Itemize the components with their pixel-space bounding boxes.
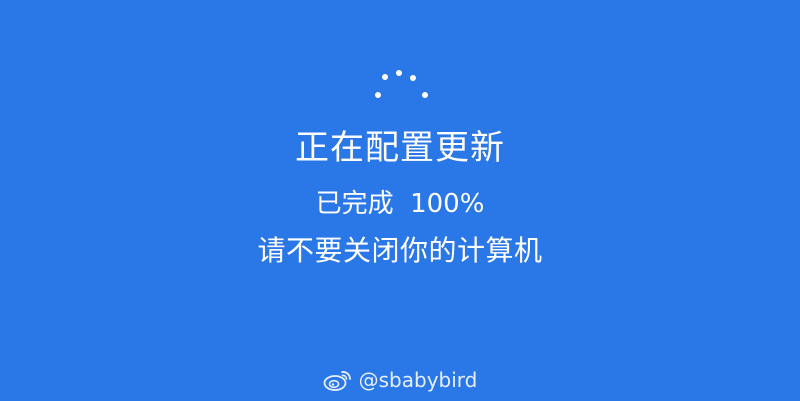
weibo-icon	[323, 368, 353, 392]
watermark-handle: @sbabybird	[358, 368, 478, 392]
watermark: @sbabybird	[0, 366, 800, 394]
spinner-dot	[410, 75, 416, 81]
update-screen: 正在配置更新 已完成 100% 请不要关闭你的计算机 @sbabybird	[0, 0, 800, 401]
spinner-dot	[382, 74, 388, 80]
spinner-dot	[375, 92, 381, 98]
progress-status: 已完成 100%	[315, 189, 485, 219]
spinner-dot	[396, 70, 402, 76]
update-title: 正在配置更新	[295, 128, 505, 168]
spinner-dot	[422, 92, 428, 98]
do-not-turn-off-warning: 请不要关闭你的计算机	[257, 234, 543, 267]
loading-dots-icon	[372, 66, 432, 102]
